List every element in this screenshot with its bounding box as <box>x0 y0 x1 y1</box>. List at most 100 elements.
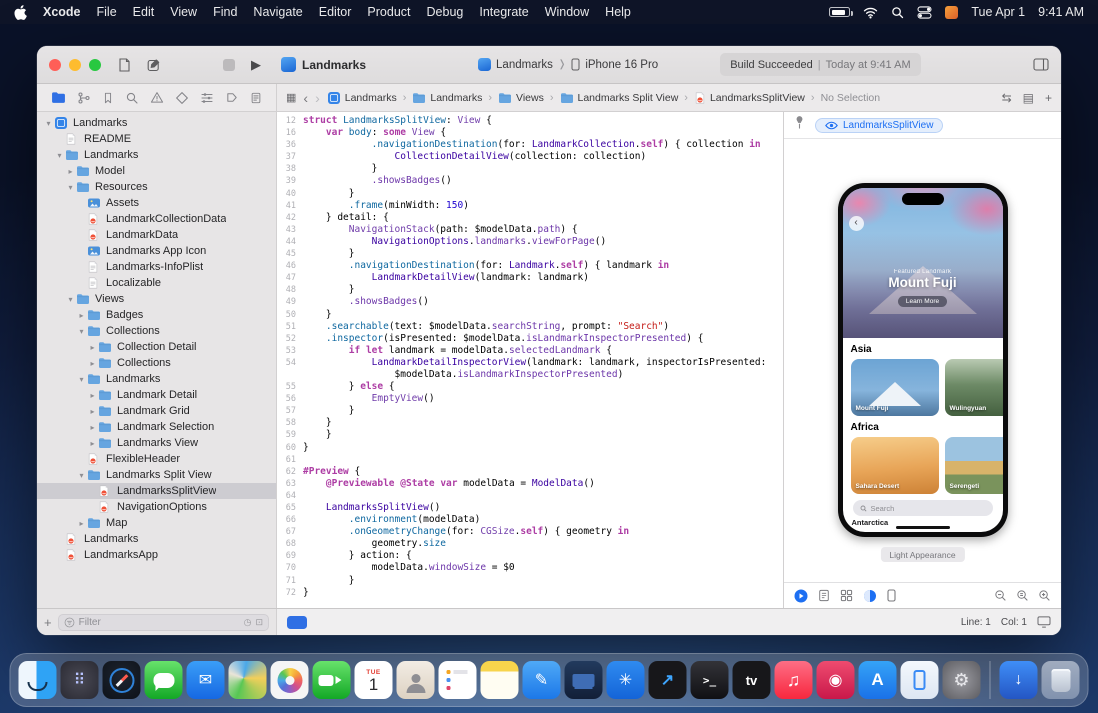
dock-terminal-icon[interactable]: >_ <box>691 661 729 699</box>
navigator-tab-debug[interactable] <box>200 91 214 105</box>
tree-item-landmark-detail[interactable]: ▸Landmark Detail <box>37 387 276 403</box>
dock-contacts-icon[interactable] <box>397 661 435 699</box>
menu-app-name[interactable]: Xcode <box>43 5 81 19</box>
tree-item-landmarks-split-view[interactable]: ▾Landmarks Split View <box>37 467 276 483</box>
tree-item-collections[interactable]: ▸Collections <box>37 355 276 371</box>
menu-integrate[interactable]: Integrate <box>479 5 528 19</box>
add-file-icon[interactable]: + <box>44 616 52 629</box>
tree-item-map[interactable]: ▸Map <box>37 515 276 531</box>
minimize-button[interactable] <box>69 59 81 71</box>
navigator-tab-issues[interactable] <box>150 91 164 104</box>
menu-extra-icon[interactable] <box>945 6 958 19</box>
zoom-fit-icon[interactable] <box>1016 589 1029 602</box>
close-button[interactable] <box>49 59 61 71</box>
dock-freeform-icon[interactable]: ✎ <box>523 661 561 699</box>
dock-launchpad-icon[interactable]: ⠿ <box>61 661 99 699</box>
list-icon[interactable]: ▤ <box>1023 91 1034 105</box>
swap-arrows-icon[interactable]: ⇆ <box>1002 91 1012 105</box>
navigator-tab-reports[interactable] <box>250 91 262 105</box>
forward-button[interactable]: › <box>315 91 320 105</box>
dock-stocks-icon[interactable]: ↗ <box>649 661 687 699</box>
battery-icon[interactable] <box>829 7 850 17</box>
stop-button[interactable] <box>223 59 235 71</box>
menu-product[interactable]: Product <box>367 5 410 19</box>
dock-safari-icon[interactable] <box>103 661 141 699</box>
appearance-button[interactable]: Light Appearance <box>880 547 964 562</box>
menu-find[interactable]: Find <box>213 5 237 19</box>
tree-item-collections[interactable]: ▾Collections <box>37 323 276 339</box>
run-button[interactable]: ▶ <box>251 57 261 73</box>
add-editor-icon[interactable]: + <box>1045 91 1052 105</box>
dock-music-icon[interactable]: ♫ <box>775 661 813 699</box>
build-status[interactable]: Build Succeeded | Today at 9:41 AM <box>720 53 920 76</box>
dock-maps-icon[interactable] <box>229 661 267 699</box>
preview-area[interactable]: ‹ Featured Landmark Mount Fuji Learn Mor… <box>784 139 1061 582</box>
tree-item-assets[interactable]: Assets <box>37 195 276 211</box>
code-area[interactable]: 12struct LandmarksSplitView: View {16 va… <box>277 112 783 599</box>
disclosure-closed-icon[interactable]: ▸ <box>76 311 87 320</box>
tree-item-badges[interactable]: ▸Badges <box>37 307 276 323</box>
iphone-preview[interactable]: ‹ Featured Landmark Mount Fuji Learn Mor… <box>838 183 1008 537</box>
zoom-out-icon[interactable] <box>994 589 1007 602</box>
navigator-tab-project[interactable] <box>51 91 66 104</box>
clock-icon[interactable]: ◷ <box>244 617 252 628</box>
scheme-selector[interactable]: Landmarks ❭ iPhone 16 Pro <box>478 58 658 71</box>
dock-app-store-icon[interactable]: A <box>859 661 897 699</box>
wifi-icon[interactable] <box>863 6 878 19</box>
menu-navigate[interactable]: Navigate <box>253 5 302 19</box>
dock-testflight-icon[interactable]: ✳ <box>607 661 645 699</box>
tree-item-landmarkdata[interactable]: LandmarkData <box>37 227 276 243</box>
navigator-tab-source-control[interactable] <box>77 91 91 105</box>
control-center-icon[interactable] <box>917 6 932 19</box>
tree-item-collection-detail[interactable]: ▸Collection Detail <box>37 339 276 355</box>
pin-icon[interactable] <box>794 115 805 135</box>
tree-item-readme[interactable]: README <box>37 131 276 147</box>
navigator-tab-bookmarks[interactable] <box>102 91 114 105</box>
live-preview-icon[interactable] <box>794 589 808 603</box>
menu-edit[interactable]: Edit <box>133 5 155 19</box>
menu-debug[interactable]: Debug <box>427 5 464 19</box>
dock-messages-icon[interactable] <box>145 661 183 699</box>
menu-editor[interactable]: Editor <box>319 5 352 19</box>
navigator-toggle-icon[interactable] <box>117 58 132 72</box>
tree-item-landmarkssplitview[interactable]: LandmarksSplitView <box>37 483 276 499</box>
menu-date[interactable]: Tue Apr 1 <box>971 5 1025 19</box>
navigator-tab-breakpoints[interactable] <box>225 91 239 104</box>
preview-pill[interactable]: LandmarksSplitView <box>815 118 943 133</box>
dock-calendar-icon[interactable]: TUE1 <box>355 661 393 699</box>
disclosure-open-icon[interactable]: ▾ <box>43 119 54 128</box>
variants-doc-icon[interactable] <box>818 589 830 602</box>
tree-item-model[interactable]: ▸Model <box>37 163 276 179</box>
breadcrumb-views[interactable]: Views <box>498 92 544 104</box>
dock-tv-icon[interactable]: tv <box>733 661 771 699</box>
tree-item-landmarks[interactable]: ▾Landmarks <box>37 115 276 131</box>
dock-finder-icon[interactable] <box>19 661 57 699</box>
search-icon[interactable] <box>891 6 904 19</box>
tree-item-resources[interactable]: ▾Resources <box>37 179 276 195</box>
tree-item-landmarks-view[interactable]: ▸Landmarks View <box>37 435 276 451</box>
disclosure-closed-icon[interactable]: ▸ <box>65 167 76 176</box>
menu-file[interactable]: File <box>97 5 117 19</box>
breadcrumb-no-selection[interactable]: No Selection <box>821 92 881 104</box>
dock-downloads-icon[interactable]: ↓ <box>1000 661 1038 699</box>
disclosure-closed-icon[interactable]: ▸ <box>87 423 98 432</box>
dock-facetime-icon[interactable] <box>313 661 351 699</box>
disclosure-open-icon[interactable]: ▾ <box>65 295 76 304</box>
tree-item-flexibleheader[interactable]: FlexibleHeader <box>37 451 276 467</box>
back-button[interactable]: ‹ <box>303 91 308 105</box>
device-settings-icon[interactable] <box>887 589 896 602</box>
tree-item-views[interactable]: ▾Views <box>37 291 276 307</box>
tag-icon[interactable]: ⊡ <box>255 617 263 628</box>
disclosure-closed-icon[interactable]: ▸ <box>87 407 98 416</box>
dock-notes-icon[interactable] <box>481 661 519 699</box>
grid-icon[interactable] <box>840 589 853 602</box>
menu-time[interactable]: 9:41 AM <box>1038 5 1084 19</box>
zoom-in-icon[interactable] <box>1038 589 1051 602</box>
dock-mail-icon[interactable]: ✉ <box>187 661 225 699</box>
dock-screen-sharing-icon[interactable] <box>565 661 603 699</box>
tree-item-landmarks[interactable]: Landmarks <box>37 531 276 547</box>
menu-window[interactable]: Window <box>545 5 589 19</box>
tree-item-navigationoptions[interactable]: NavigationOptions <box>37 499 276 515</box>
disclosure-closed-icon[interactable]: ▸ <box>87 391 98 400</box>
tree-item-landmarks[interactable]: ▾Landmarks <box>37 147 276 163</box>
